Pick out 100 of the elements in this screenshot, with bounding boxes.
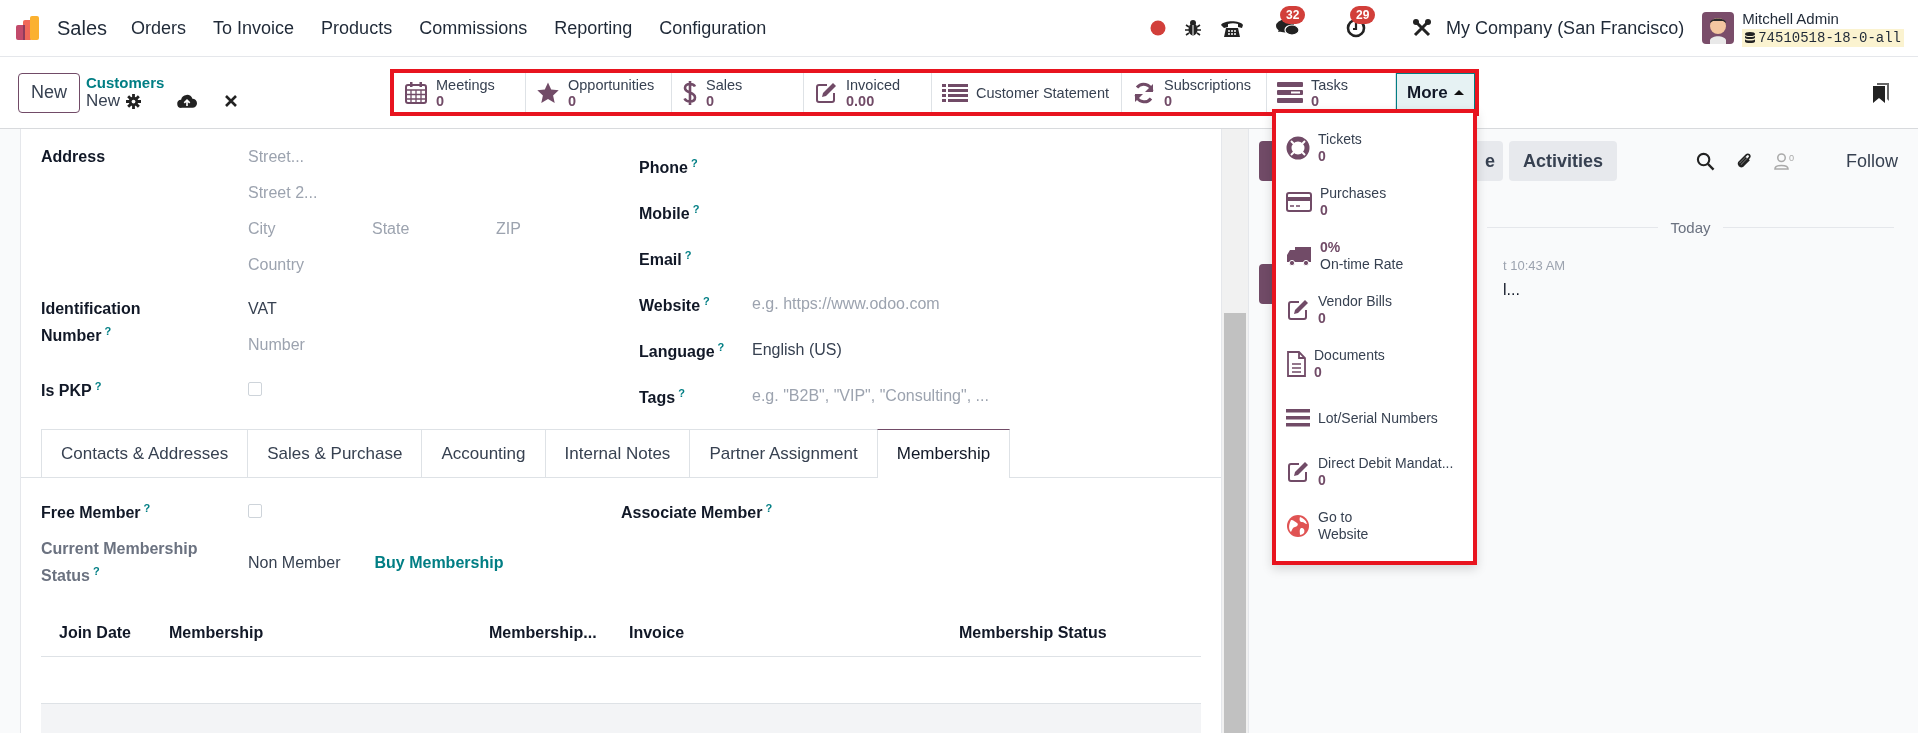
app-logo-icon[interactable] bbox=[15, 15, 41, 41]
field-label: Current Membership Status $^{?}$ bbox=[41, 539, 199, 587]
dropdown-item[interactable]: Go to Website bbox=[1276, 499, 1473, 553]
field-label: Address bbox=[41, 147, 107, 167]
calendar-icon bbox=[404, 80, 428, 105]
close-icon[interactable] bbox=[225, 95, 238, 107]
street2-field[interactable]: Street 2... bbox=[248, 175, 548, 211]
field-label: Phone $^{?}$ bbox=[639, 156, 699, 179]
phone-icon[interactable] bbox=[1220, 18, 1245, 38]
user-avatar[interactable] bbox=[1702, 12, 1735, 44]
breadcrumb-link[interactable]: Customers bbox=[86, 74, 238, 91]
help-tooltip-mark[interactable]: ? bbox=[692, 203, 700, 216]
bookmark-icon[interactable] bbox=[1872, 82, 1890, 103]
edit-icon bbox=[814, 80, 838, 105]
help-tooltip-mark[interactable]: ? bbox=[143, 502, 151, 515]
help-tooltip-mark[interactable]: ? bbox=[92, 565, 100, 578]
help-tooltip-mark[interactable]: ? bbox=[678, 387, 685, 400]
dropdown-item[interactable]: Lot/Serial Numbers bbox=[1276, 391, 1473, 445]
help-tooltip-mark[interactable]: ? bbox=[104, 325, 112, 337]
help-tooltip-mark[interactable]: ? bbox=[703, 295, 710, 308]
menu-item[interactable]: Products bbox=[321, 17, 393, 39]
column-header[interactable]: Membership Status bbox=[959, 624, 1159, 642]
state-field[interactable]: State bbox=[372, 211, 496, 247]
bars-icon bbox=[1286, 409, 1310, 427]
dropdown-item[interactable]: Direct Debit Mandat... 0 bbox=[1276, 445, 1473, 499]
menu-item[interactable]: To Invoice bbox=[213, 17, 295, 39]
tab[interactable]: Membership bbox=[876, 429, 1011, 478]
dropdown-item[interactable]: Purchases 0 bbox=[1276, 175, 1473, 229]
country-field[interactable]: Country bbox=[248, 247, 548, 283]
tools-icon[interactable] bbox=[1412, 18, 1433, 38]
field-label: Email $^{?}$ bbox=[639, 248, 693, 271]
activities-button[interactable]: Activities bbox=[1509, 141, 1618, 181]
card-icon bbox=[1286, 192, 1312, 212]
help-tooltip-mark[interactable]: ? bbox=[684, 249, 692, 262]
number-field[interactable]: Number bbox=[248, 327, 548, 363]
tab[interactable]: Internal Notes bbox=[544, 429, 690, 477]
tab[interactable]: Contacts & Addresses bbox=[41, 429, 248, 477]
cloud-upload-icon[interactable] bbox=[177, 93, 198, 109]
checkbox[interactable] bbox=[248, 382, 262, 396]
vat-type-select[interactable]: VAT bbox=[248, 291, 639, 327]
message-count-badge: 32 bbox=[1280, 6, 1306, 24]
follow-button[interactable]: Follow bbox=[1840, 149, 1904, 173]
message-time: t 10:43 AM bbox=[1503, 258, 1566, 273]
checkbox[interactable] bbox=[248, 504, 262, 518]
scrollbar[interactable] bbox=[1222, 129, 1248, 733]
help-tooltip-mark[interactable]: ? bbox=[94, 380, 102, 393]
bug-icon[interactable] bbox=[1184, 19, 1203, 37]
tab[interactable]: Sales & Purchase bbox=[247, 429, 422, 477]
menu-item[interactable]: Orders bbox=[131, 17, 187, 39]
dropdown-item[interactable]: Tickets 0 bbox=[1276, 121, 1473, 175]
field-label: Website $^{?}$ bbox=[639, 294, 711, 317]
list-icon bbox=[942, 82, 968, 103]
buy-membership-link[interactable]: Buy Membership bbox=[374, 554, 504, 572]
column-header[interactable]: Membership bbox=[169, 624, 489, 642]
column-header[interactable]: Invoice bbox=[629, 624, 959, 642]
city-field[interactable]: City bbox=[248, 211, 372, 247]
globe-icon bbox=[1286, 514, 1310, 538]
edit-icon bbox=[1286, 460, 1310, 484]
help-tooltip-mark[interactable]: ? bbox=[690, 157, 698, 170]
help-tooltip-mark[interactable]: ? bbox=[717, 341, 725, 354]
zip-field[interactable]: ZIP bbox=[496, 211, 620, 247]
field-label: Associate Member $^{?}$ bbox=[621, 501, 773, 524]
dropdown-item[interactable]: Documents 0 bbox=[1276, 337, 1473, 391]
dropdown-item[interactable]: 0% On-time Rate bbox=[1276, 229, 1473, 283]
user-name[interactable]: Mitchell Admin bbox=[1742, 9, 1904, 27]
edit-icon bbox=[1286, 298, 1310, 322]
input-field[interactable]: e.g. "B2B", "VIP", "Consulting", ... bbox=[752, 378, 1052, 414]
dollar-icon bbox=[682, 79, 698, 106]
search-icon[interactable] bbox=[1695, 151, 1715, 171]
field-label: Free Member $^{?}$ bbox=[41, 501, 152, 524]
document-icon bbox=[1286, 351, 1306, 377]
company-switcher[interactable]: My Company (San Francisco) bbox=[1446, 17, 1685, 39]
column-header[interactable]: Membership... bbox=[489, 624, 629, 642]
input-field[interactable]: e.g. https://www.odoo.com bbox=[752, 286, 1052, 322]
menu-item[interactable]: Reporting bbox=[554, 17, 633, 39]
settings-icon[interactable] bbox=[126, 93, 142, 109]
field-label: Identification Number $^{?}$ bbox=[41, 299, 142, 347]
field-value[interactable]: English (US) bbox=[752, 332, 842, 368]
tab[interactable]: Accounting bbox=[421, 429, 545, 477]
new-button[interactable]: New bbox=[18, 72, 80, 113]
help-tooltip-mark[interactable]: ? bbox=[765, 502, 773, 515]
refresh-icon bbox=[1132, 80, 1156, 105]
record-icon[interactable] bbox=[1150, 20, 1167, 36]
menu-item[interactable]: Configuration bbox=[659, 17, 767, 39]
lifebuoy-icon bbox=[1286, 136, 1310, 160]
message-text: l... bbox=[1503, 281, 1521, 299]
dropdown-item[interactable]: Vendor Bills 0 bbox=[1276, 283, 1473, 337]
column-header[interactable]: Join Date bbox=[59, 624, 169, 642]
field-label: Mobile $^{?}$ bbox=[639, 202, 701, 225]
tab[interactable]: Partner Assignment bbox=[689, 429, 877, 477]
menu-item[interactable]: Commissions bbox=[419, 17, 528, 39]
field-label: Is PKP $^{?}$ bbox=[41, 379, 103, 402]
record-name: New bbox=[86, 91, 121, 111]
street-field[interactable]: Street... bbox=[248, 139, 548, 175]
followers-count: 0 bbox=[1788, 152, 1794, 163]
app-name[interactable]: Sales bbox=[57, 16, 108, 40]
more-button[interactable]: More bbox=[1396, 73, 1475, 112]
caret-icon bbox=[1453, 88, 1464, 95]
field-value: Non Member bbox=[248, 553, 341, 573]
field-label: Language $^{?}$ bbox=[639, 340, 726, 363]
